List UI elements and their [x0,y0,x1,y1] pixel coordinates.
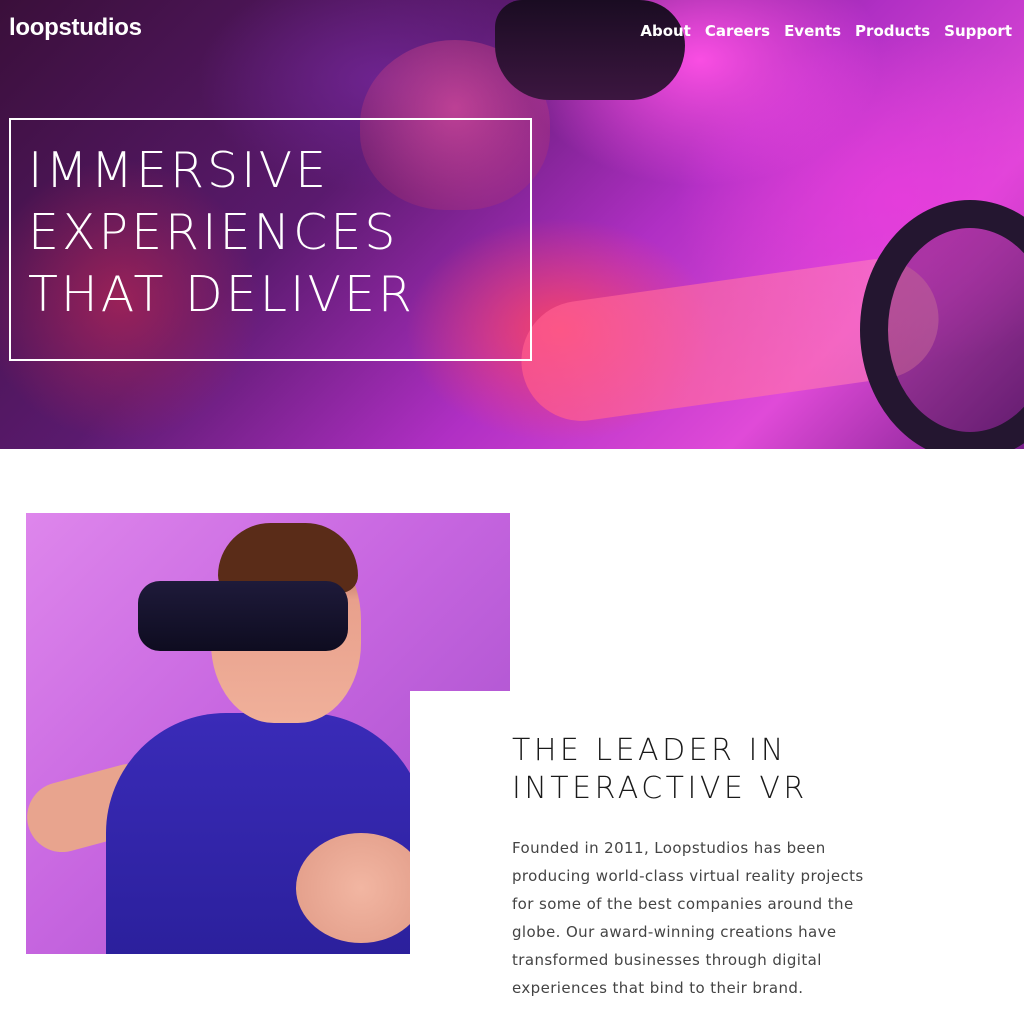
hero-section: loopstudios About Careers Events Product… [0,0,1024,449]
about-description: Founded in 2011, Loopstudios has been pr… [512,834,922,1002]
about-text-line-5: transformed businesses through digital [512,951,822,969]
about-title-line-1: THE LEADER IN [512,733,787,768]
about-image-vr-headset [138,581,348,651]
about-title: THE LEADER IN INTERACTIVE VR [512,732,808,808]
nav-link-support[interactable]: Support [944,22,1012,40]
about-text-line-1: Founded in 2011, Loopstudios has been [512,839,826,857]
hero-headline-line-3: THAT DELIVER [28,266,415,323]
hero-photo-headset [495,0,685,100]
nav-link-products[interactable]: Products [855,22,930,40]
hero-photo-steering-wheel [860,200,1024,449]
nav-link-events[interactable]: Events [784,22,841,40]
about-text-line-2: producing world-class virtual reality pr… [512,867,864,885]
nav-link-about[interactable]: About [640,22,691,40]
about-text-line-4: globe. Our award-winning creations have [512,923,837,941]
logo[interactable]: loopstudios [9,14,142,42]
about-image-hand [296,833,426,943]
hero-headline-line-2: EXPERIENCES [28,204,399,261]
about-title-line-2: INTERACTIVE VR [512,771,808,806]
main-nav: About Careers Events Products Support [640,22,1012,40]
hero-headline-box: IMMERSIVE EXPERIENCES THAT DELIVER [9,118,532,361]
about-text-line-6: experiences that bind to their brand. [512,979,804,997]
hero-headline-line-1: IMMERSIVE [28,142,330,199]
nav-link-careers[interactable]: Careers [705,22,770,40]
about-text-line-3: for some of the best companies around th… [512,895,854,913]
